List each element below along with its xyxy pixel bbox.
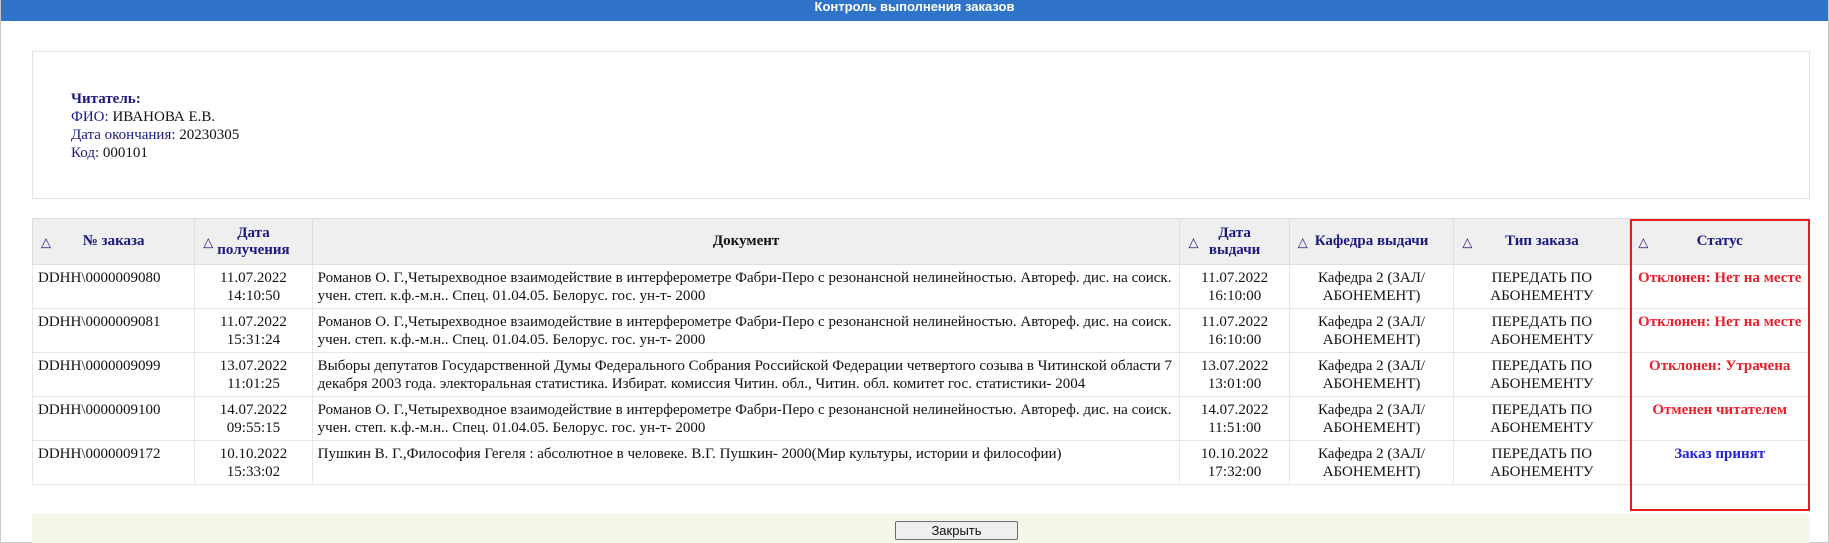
col-label-status: Статус [1696,233,1743,249]
table-row[interactable]: DDHH\0000009080 11.07.2022 14:10:50 Роман… [31,264,1810,309]
table-row[interactable]: DDHH\0000009099 13.07.2022 11:01:25 Выбор… [31,352,1810,397]
col-header-order-type[interactable]: △ Тип заказа [1453,218,1631,265]
cell-order-type: ПЕРЕДАТЬ ПО АБОНЕМЕНТУ [1453,352,1631,397]
cell-received-date: 10.10.2022 15:33:02 [194,440,313,485]
orders-table: △ № заказа △ Дата получения Документ △ Да… [31,218,1810,485]
cell-order-no: DDHH\0000009100 [31,396,196,441]
sort-triangle-icon[interactable]: △ [1638,233,1648,250]
cell-issued-date: 11.07.2022 16:10:00 [1179,308,1290,353]
reader-heading: Читатель: [71,91,141,107]
cell-received-date: 11.07.2022 14:10:50 [194,264,313,309]
cell-department: Кафедра 2 (ЗАЛ/АБОНЕМЕНТ) [1288,264,1455,309]
end-date-label: Дата окончания: [71,127,176,143]
cell-order-no: DDHH\0000009172 [31,440,196,485]
cell-order-type: ПЕРЕДАТЬ ПО АБОНЕМЕНТУ [1453,440,1631,485]
col-label-order-type: Тип заказа [1505,233,1579,249]
col-header-department[interactable]: △ Кафедра выдачи [1288,218,1455,265]
cell-issued-date: 13.07.2022 13:01:00 [1179,352,1290,397]
cell-department: Кафедра 2 (ЗАЛ/АБОНЕМЕНТ) [1288,396,1455,441]
col-header-document: Документ [311,218,1181,265]
code-value: 000101 [102,145,148,161]
cell-document: Романов О. Г.,Четырехводное взаимодейств… [311,396,1181,441]
table-row[interactable]: DDHH\0000009081 11.07.2022 15:31:24 Роман… [31,308,1810,353]
col-header-order-no[interactable]: △ № заказа [31,218,196,265]
code-label: Код: [71,145,100,161]
cell-status: Заказ принят [1629,440,1810,485]
cell-issued-date: 11.07.2022 16:10:00 [1179,264,1290,309]
cell-document: Романов О. Г.,Четырехводное взаимодейств… [311,308,1181,353]
window-title: Контроль выполнения заказов [1,0,1828,21]
cell-order-type: ПЕРЕДАТЬ ПО АБОНЕМЕНТУ [1453,396,1631,441]
col-label-issued-date: Дата выдачи [1208,224,1261,258]
sort-triangle-icon[interactable]: △ [1298,233,1308,250]
sort-triangle-icon[interactable]: △ [1462,233,1472,250]
cell-issued-date: 10.10.2022 17:32:00 [1179,440,1290,485]
cell-received-date: 13.07.2022 11:01:25 [194,352,313,397]
cell-order-type: ПЕРЕДАТЬ ПО АБОНЕМЕНТУ [1453,264,1631,309]
cell-document: Романов О. Г.,Четырехводное взаимодейств… [311,264,1181,309]
sort-triangle-icon[interactable]: △ [1188,233,1198,250]
close-button[interactable]: Закрыть [895,521,1018,540]
cell-issued-date: 14.07.2022 11:51:00 [1179,396,1290,441]
cell-status: Отменен читателем [1629,396,1810,441]
col-label-department: Кафедра выдачи [1314,233,1429,249]
table-header-row: △ № заказа △ Дата получения Документ △ Да… [31,218,1810,265]
fio-label: ФИО: [71,109,109,125]
cell-order-no: DDHH\0000009099 [31,352,196,397]
cell-status: Отклонен: Нет на месте [1629,308,1810,353]
cell-received-date: 11.07.2022 15:31:24 [194,308,313,353]
cell-document: Выборы депутатов Государственной Думы Фе… [311,352,1181,397]
table-row[interactable]: DDHH\0000009172 10.10.2022 15:33:02 Пушки… [31,440,1810,485]
cell-department: Кафедра 2 (ЗАЛ/АБОНЕМЕНТ) [1288,352,1455,397]
sort-triangle-icon[interactable]: △ [203,233,213,250]
orders-table-container: △ № заказа △ Дата получения Документ △ Да… [31,218,1810,485]
cell-order-no: DDHH\0000009080 [31,264,196,309]
cell-status: Отклонен: Нет на месте [1629,264,1810,309]
col-label-document: Документ [712,233,780,249]
col-header-status[interactable]: △ Статус [1629,218,1810,265]
table-row[interactable]: DDHH\0000009100 14.07.2022 09:55:15 Роман… [31,396,1810,441]
cell-document: Пушкин В. Г.,Философия Гегеля : абсолютн… [311,440,1181,485]
cell-status: Отклонен: Утрачена [1629,352,1810,397]
fio-value: ИВАНОВА Е.В. [112,109,216,125]
col-header-issued-date[interactable]: △ Дата выдачи [1179,218,1290,265]
reader-info: Читатель: ФИО: ИВАНОВА Е.В. Дата окончан… [71,90,239,162]
cell-order-type: ПЕРЕДАТЬ ПО АБОНЕМЕНТУ [1453,308,1631,353]
end-date-value: 20230305 [179,127,240,143]
reader-end-date: Дата окончания: 20230305 [71,126,239,144]
cell-order-no: DDHH\0000009081 [31,308,196,353]
reader-panel: Читатель: ФИО: ИВАНОВА Е.В. Дата окончан… [32,51,1810,199]
sort-triangle-icon[interactable]: △ [41,233,51,250]
reader-code: Код: 000101 [71,144,239,162]
col-header-received-date[interactable]: △ Дата получения [194,218,313,265]
reader-fio: ФИО: ИВАНОВА Е.В. [71,108,239,126]
cell-department: Кафедра 2 (ЗАЛ/АБОНЕМЕНТ) [1288,440,1455,485]
cell-department: Кафедра 2 (ЗАЛ/АБОНЕМЕНТ) [1288,308,1455,353]
cell-received-date: 14.07.2022 09:55:15 [194,396,313,441]
col-label-order-no: № заказа [82,233,145,249]
col-label-received-date: Дата получения [217,224,290,258]
